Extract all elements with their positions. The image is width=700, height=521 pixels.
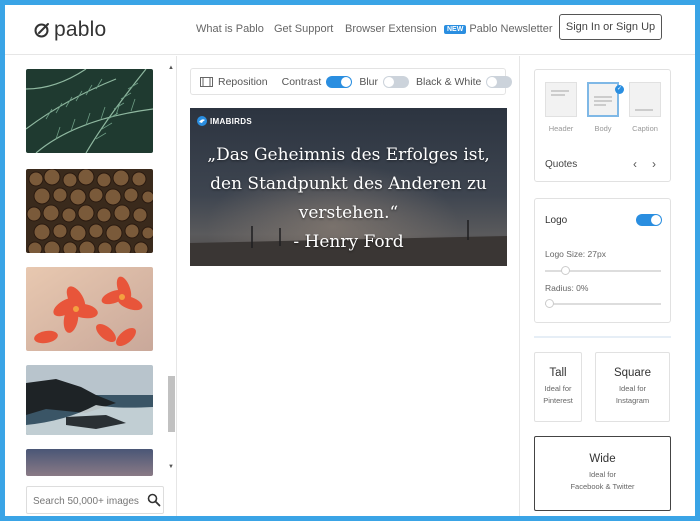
selected-check-icon: ✓ (615, 85, 624, 94)
nav-get-support[interactable]: Get Support (274, 23, 333, 35)
size-square-option[interactable]: Square Ideal for Instagram (595, 352, 670, 422)
black-white-toggle[interactable] (486, 75, 513, 88)
sidebar-scrollbar-thumb[interactable] (168, 376, 175, 432)
quote-text: „Das Geheimnis des Erfolges ist, den Sta… (207, 145, 490, 223)
contrast-control: Contrast (281, 75, 353, 88)
image-thumb-fern[interactable] (26, 69, 153, 153)
settings-panel: Header ✓ Body Caption Quotes ‹ › Logo Lo… (519, 56, 695, 516)
pablo-logo[interactable]: pablo (34, 17, 106, 43)
nav-newsletter-label: Pablo Newsletter (469, 23, 553, 35)
size-wide-line1: Ideal for (588, 470, 617, 479)
nav-browser-extension[interactable]: Browser Extension (345, 23, 437, 35)
reposition-icon (200, 76, 213, 87)
font-next-chevron-icon[interactable]: › (652, 157, 656, 171)
top-header: pablo What is Pablo Get Support Browser … (5, 5, 695, 55)
logo-radius-slider-knob[interactable] (545, 299, 554, 308)
logo-size-slider-knob[interactable] (561, 266, 570, 275)
logo-toggle[interactable] (636, 214, 662, 226)
black-white-label: Black & White (416, 75, 482, 88)
layout-header-label: Header (548, 124, 574, 133)
font-style-label: Quotes (545, 159, 578, 170)
image-thumb-firewood[interactable] (26, 169, 153, 253)
image-thumb-coast[interactable] (26, 365, 153, 435)
image-search (26, 486, 164, 514)
logo-radius-label: Radius: 0% (545, 283, 589, 293)
canvas-brand-logo[interactable]: IMABIRDS (197, 116, 252, 126)
app-window: pablo What is Pablo Get Support Browser … (5, 5, 695, 516)
size-wide-line2: Facebook & Twitter (570, 482, 635, 491)
reposition-label: Reposition (218, 75, 268, 88)
contrast-label: Contrast (281, 75, 322, 88)
logo-size-label: Logo Size: 27px (545, 249, 606, 259)
size-wide-title: Wide (589, 453, 616, 465)
size-tall-line2: Pinterest (543, 396, 573, 405)
scroll-down-arrow-icon[interactable]: ▼ (168, 464, 174, 470)
nav-newsletter[interactable]: NEW Pablo Newsletter (444, 23, 553, 35)
nav-what-is-pablo[interactable]: What is Pablo (196, 23, 264, 35)
bird-logo-icon (197, 116, 207, 126)
size-square-line1: Ideal for (618, 384, 647, 393)
pablo-logo-icon (34, 23, 49, 38)
panel-divider (534, 336, 671, 338)
canvas-brand-text: IMABIRDS (210, 116, 252, 126)
logo-card: Logo Logo Size: 27px Radius: 0% (534, 198, 671, 323)
blur-label: Blur (359, 75, 378, 88)
size-tall-option[interactable]: Tall Ideal for Pinterest (534, 352, 582, 422)
logo-radius-slider[interactable] (545, 303, 661, 305)
app-name: pablo (54, 18, 107, 41)
sign-in-button[interactable]: Sign In or Sign Up (559, 14, 662, 40)
size-tall-line1: Ideal for (544, 384, 572, 393)
layout-caption-option[interactable] (629, 82, 661, 117)
image-toolbar: Reposition Contrast Blur Black & White (190, 68, 513, 95)
reposition-button[interactable]: Reposition (200, 76, 268, 88)
layout-header-option[interactable] (545, 82, 577, 117)
size-square-title: Square (613, 367, 652, 379)
image-thumb-dusk[interactable] (26, 449, 153, 476)
scroll-up-arrow-icon[interactable]: ▲ (168, 65, 174, 71)
size-square-line2: Instagram (615, 396, 650, 405)
contrast-toggle[interactable] (326, 75, 353, 88)
layout-body-label: Body (594, 124, 612, 133)
layout-caption-label: Caption (632, 124, 658, 133)
blur-control: Blur (359, 75, 409, 88)
blur-toggle[interactable] (383, 75, 409, 88)
logo-label: Logo (545, 215, 568, 226)
size-wide-option[interactable]: Wide Ideal for Facebook & Twitter (534, 436, 671, 511)
size-tall-title: Tall (549, 367, 567, 379)
new-badge: NEW (444, 25, 467, 34)
black-white-control: Black & White (416, 75, 513, 88)
design-canvas[interactable]: IMABIRDS „Das Geheimnis des Erfolges ist… (190, 108, 507, 266)
font-prev-chevron-icon[interactable]: ‹ (633, 157, 637, 171)
image-sidebar: ▲ ▼ (5, 56, 177, 516)
image-thumb-flowers[interactable] (26, 267, 153, 351)
search-icon[interactable] (147, 493, 161, 507)
text-layout-card: Header ✓ Body Caption Quotes ‹ › (534, 69, 671, 182)
canvas-quote[interactable]: „Das Geheimnis des Erfolges ist, den Sta… (198, 141, 499, 257)
image-search-input[interactable] (33, 493, 141, 509)
quote-author: - Henry Ford (293, 232, 404, 252)
